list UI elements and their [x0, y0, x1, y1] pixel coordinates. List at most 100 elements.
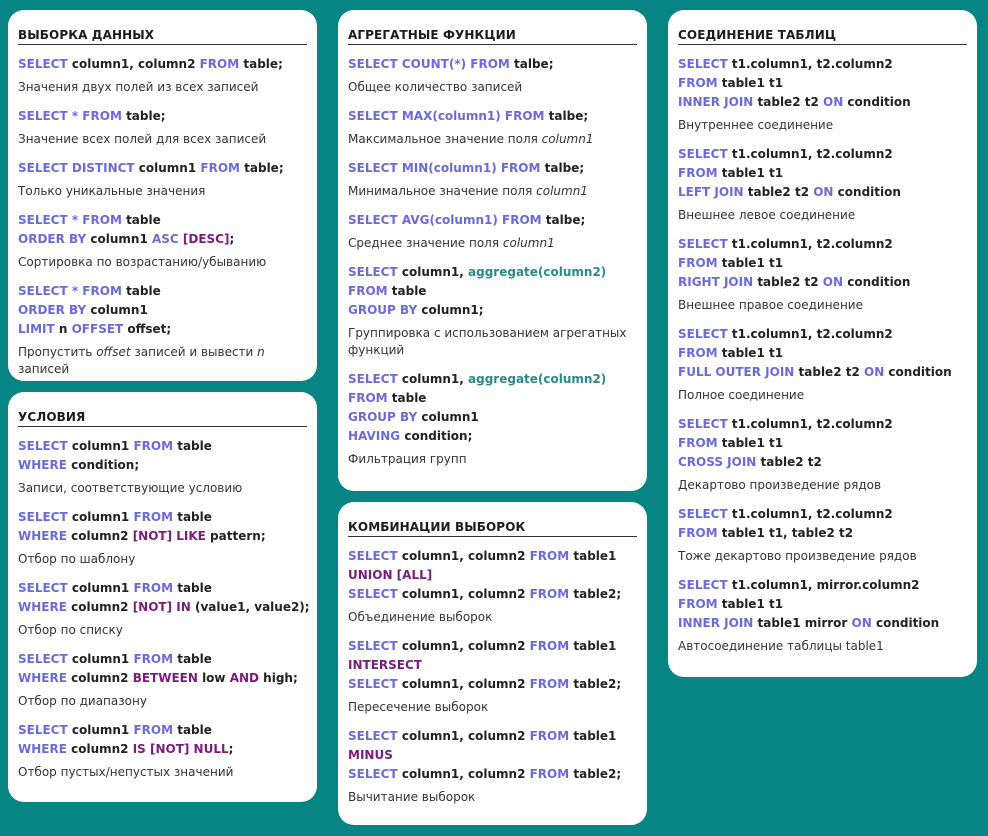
sql-keyword: CROSS JOIN: [678, 455, 757, 469]
description: Отбор по списку: [18, 622, 307, 639]
code-block: SELECT column1 FROM table WHERE column2 I…: [18, 721, 307, 759]
sql-function: aggregate(column2): [468, 265, 607, 279]
description-text: Автосоединение таблицы table1: [678, 639, 884, 653]
sql-text: table1: [569, 549, 617, 563]
description-text: Максимальное значение поля: [348, 132, 542, 146]
card-title: УСЛОВИЯ: [18, 405, 307, 427]
sql-text: t1.column1, t2.column2: [727, 507, 893, 521]
code-line: FROM table1 t1: [678, 595, 967, 614]
sql-modifier: MINUS: [348, 748, 393, 762]
code-line: FROM table1 t1: [678, 74, 967, 93]
code-line: SELECT t1.column1, t2.column2: [678, 415, 967, 434]
card-aggregate-functions: АГРЕГАТНЫЕ ФУНКЦИИ SELECT COUNT(*) FROM t…: [338, 10, 647, 491]
sql-text: column1: [67, 439, 134, 453]
sql-keyword: FROM: [678, 526, 718, 540]
sql-text: t1.column1, t2.column2: [727, 57, 893, 71]
sql-entry: SELECT * FROM table; Значение всех полей …: [18, 107, 307, 148]
code-line: WHERE column2 [NOT] LIKE pattern;: [18, 527, 307, 546]
sql-text: table: [121, 213, 161, 227]
code-line: SELECT column1, column2 FROM table;: [18, 55, 307, 74]
description: Автосоединение таблицы table1: [678, 638, 967, 655]
sql-text: column1: [67, 510, 134, 524]
sql-text: pattern: [205, 529, 261, 543]
description: Значение всех полей для всех записей: [18, 131, 307, 148]
sql-entry: SELECT * FROM table ORDER BY column1 ASC …: [18, 211, 307, 271]
sql-entry: SELECT column1, column2 FROM table; Значе…: [18, 55, 307, 96]
card-data-selection: ВЫБОРКА ДАННЫХ SELECT column1, column2 FR…: [8, 10, 317, 381]
sql-keyword: SELECT: [678, 578, 728, 592]
sql-text: ;: [478, 303, 484, 317]
sql-keyword: FROM: [678, 597, 718, 611]
description-text: Отбор пустых/непустых значений: [18, 765, 234, 779]
sql-keyword: SELECT: [18, 57, 68, 71]
code-line: SELECT t1.column1, mirror.column2: [678, 576, 967, 595]
code-line: FROM table1 t1: [678, 254, 967, 273]
sql-keyword: FROM: [133, 510, 174, 524]
sql-text: column1, column2: [397, 677, 530, 691]
sql-text: ;: [278, 57, 283, 71]
sql-keyword: GROUP BY: [348, 303, 418, 317]
sql-keyword: SELECT: [348, 587, 398, 601]
sql-text: condition: [400, 429, 468, 443]
sql-text: condition: [833, 185, 901, 199]
sql-keyword: HAVING: [348, 429, 401, 443]
sql-text: t1.column1, t2.column2: [727, 237, 893, 251]
sql-text: column1,: [397, 372, 469, 386]
sql-text: column2: [66, 600, 133, 614]
description: Внешнее левое соединение: [678, 207, 967, 224]
code-block: SELECT column1 FROM table WHERE column2 […: [18, 579, 310, 617]
sql-keyword: ON: [864, 365, 885, 379]
sql-text: table1 t1: [717, 76, 784, 90]
description: Только уникальные значения: [18, 183, 307, 200]
code-line: FROM table1 t1: [678, 434, 967, 453]
description-text: Общее количество записей: [348, 80, 523, 94]
sql-keyword: FROM: [678, 256, 718, 270]
sql-keyword: FROM: [133, 723, 174, 737]
sql-keyword: OFFSET: [71, 322, 124, 336]
description-text: Тоже декартово произведение рядов: [678, 549, 917, 563]
sql-modifier: UNION [ALL]: [348, 568, 433, 582]
code-line: SELECT column1, aggregate(column2): [348, 263, 637, 282]
sql-entry: SELECT column1 FROM table WHERE column2 B…: [18, 650, 307, 710]
sql-keyword: SELECT: [348, 372, 398, 386]
description: Общее количество записей: [348, 79, 637, 96]
sql-text: table: [239, 57, 279, 71]
sql-keyword: FROM: [678, 166, 718, 180]
sql-text: column1, column2: [397, 587, 530, 601]
sql-keyword: WHERE: [18, 458, 67, 472]
code-line: SELECT column1 FROM table: [18, 579, 307, 598]
sql-text: table2: [569, 587, 617, 601]
sql-keyword: LEFT JOIN: [678, 185, 744, 199]
sql-keyword: SELECT * FROM: [18, 213, 122, 227]
code-line: SELECT column1, column2 FROM table1: [348, 727, 637, 746]
description: Отбор пустых/непустых значений: [18, 764, 307, 781]
description: Фильтрация групп: [348, 451, 637, 468]
sql-text: table2 t2: [743, 185, 814, 199]
code-line: FROM table1 t1: [678, 164, 967, 183]
code-block: SELECT t1.column1, t2.column2 FROM table1…: [678, 145, 967, 202]
sql-text: table2: [569, 767, 617, 781]
sql-text: ;: [467, 429, 473, 443]
sql-text: condition: [871, 616, 940, 630]
sql-keyword: FROM: [678, 436, 718, 450]
code-block: SELECT column1, column2 FROM table;: [18, 55, 307, 74]
sql-keyword: FROM: [348, 284, 388, 298]
sql-text: ;: [229, 232, 235, 246]
sql-entry: SELECT t1.column1, t2.column2 FROM table1…: [678, 145, 967, 224]
code-line: SELECT column1 FROM table: [18, 508, 307, 527]
description: Максимальное значение поля column1: [348, 131, 637, 148]
description-text: Значения двух полей из всех записей: [18, 80, 259, 94]
sql-text: ;: [292, 671, 298, 685]
sql-entry: SELECT column1, column2 FROM table1 UNION…: [348, 547, 637, 626]
sql-keyword: FROM: [678, 76, 718, 90]
sql-entry: SELECT t1.column1, t2.column2 FROM table1…: [678, 55, 967, 134]
sql-text: condition: [843, 95, 911, 109]
sql-text: column2: [66, 529, 133, 543]
description-text: Внешнее левое соединение: [678, 208, 856, 222]
code-block: SELECT column1 FROM table WHERE column2 B…: [18, 650, 307, 688]
description-text: Объединение выборок: [348, 610, 493, 624]
sql-keyword: FROM: [529, 729, 570, 743]
sql-text: table: [173, 581, 212, 595]
code-line: CROSS JOIN table2 t2: [678, 453, 967, 472]
card-title: АГРЕГАТНЫЕ ФУНКЦИИ: [348, 23, 637, 45]
